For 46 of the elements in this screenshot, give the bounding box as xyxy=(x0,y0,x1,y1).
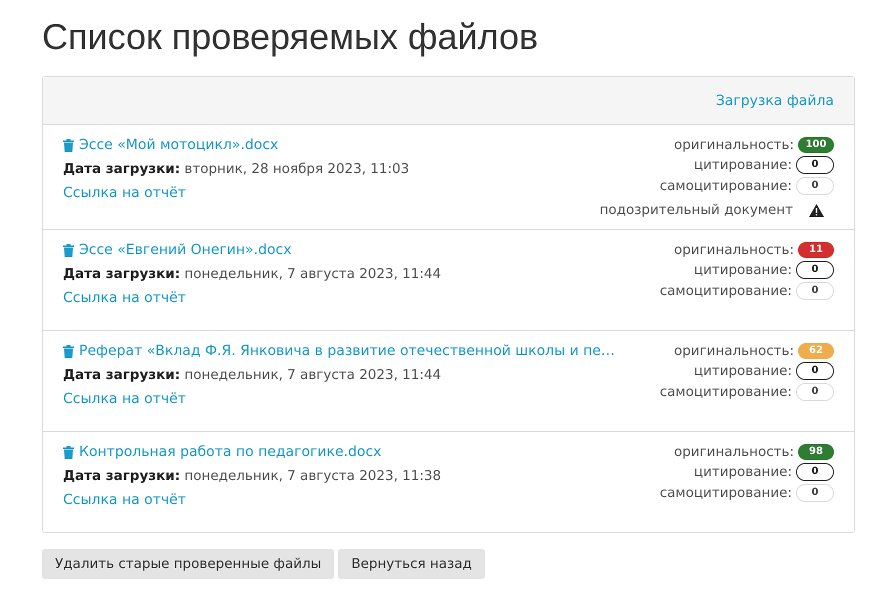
metric-label: оригинальность: xyxy=(674,343,794,359)
metric-label: оригинальность: xyxy=(674,137,794,153)
metric-label: самоцитирование: xyxy=(660,485,792,501)
file-link[interactable]: Реферат «Вклад Ф.Я. Янковича в развитие отечественной школы и пе… xyxy=(79,343,615,359)
score-badge: 0 xyxy=(796,383,834,401)
upload-link[interactable]: Загрузка файла xyxy=(716,92,834,108)
action-button[interactable]: Вернуться назад xyxy=(338,549,485,579)
metric-label: самоцитирование: xyxy=(660,178,792,194)
report-link[interactable]: Ссылка на отчёт xyxy=(63,391,615,407)
metric-label: цитирование: xyxy=(694,262,792,278)
file-link[interactable]: Эссе «Мой мотоцикл».docx xyxy=(79,137,278,153)
score-badge: 0 xyxy=(796,282,834,300)
trash-icon[interactable] xyxy=(63,446,74,458)
report-link[interactable]: Ссылка на отчёт xyxy=(63,492,442,508)
trash-icon[interactable] xyxy=(63,244,74,256)
page-title: Список проверяемых файлов xyxy=(42,16,540,58)
upload-date: Дата загрузки: вторник, 28 ноября 2023, 11:03 xyxy=(63,161,410,177)
metric-label: цитирование: xyxy=(694,464,792,480)
metric-label: цитирование: xyxy=(694,363,792,379)
score-badge: 0 xyxy=(796,362,834,380)
file-link[interactable]: Контрольная работа по педагогике.docx xyxy=(79,444,382,460)
file-link[interactable]: Эссе «Евгений Онегин».docx xyxy=(79,242,292,258)
report-link[interactable]: Ссылка на отчёт xyxy=(63,185,410,201)
upload-date: Дата загрузки: понедельник, 7 августа 2023, 11:44 xyxy=(63,266,442,282)
metric-label: оригинальность: xyxy=(674,444,794,460)
score-badge: 0 xyxy=(796,177,834,195)
score-badge: 62 xyxy=(798,343,834,359)
score-badge: 11 xyxy=(798,242,834,258)
score-badge: 98 xyxy=(798,444,834,460)
suspicious-label: подозрительный документ xyxy=(600,202,793,218)
action-button[interactable]: Удалить старые проверенные файлы xyxy=(42,549,334,579)
score-badge: 0 xyxy=(796,261,834,279)
upload-date: Дата загрузки: понедельник, 7 августа 2023, 11:44 xyxy=(63,367,442,383)
trash-icon[interactable] xyxy=(63,344,74,358)
metric-label: самоцитирование: xyxy=(660,384,792,400)
metric-label: оригинальность: xyxy=(674,242,794,258)
score-badge: 0 xyxy=(796,484,834,502)
score-badge: 100 xyxy=(798,137,834,153)
trash-icon[interactable] xyxy=(63,138,74,152)
metric-label: самоцитирование: xyxy=(660,283,792,299)
report-link[interactable]: Ссылка на отчёт xyxy=(63,290,442,306)
warning-icon xyxy=(809,204,824,216)
metric-label: цитирование: xyxy=(694,157,792,173)
upload-date: Дата загрузки: понедельник, 7 августа 2023, 11:38 xyxy=(63,468,442,484)
score-badge: 0 xyxy=(796,463,834,481)
score-badge: 0 xyxy=(796,156,834,174)
